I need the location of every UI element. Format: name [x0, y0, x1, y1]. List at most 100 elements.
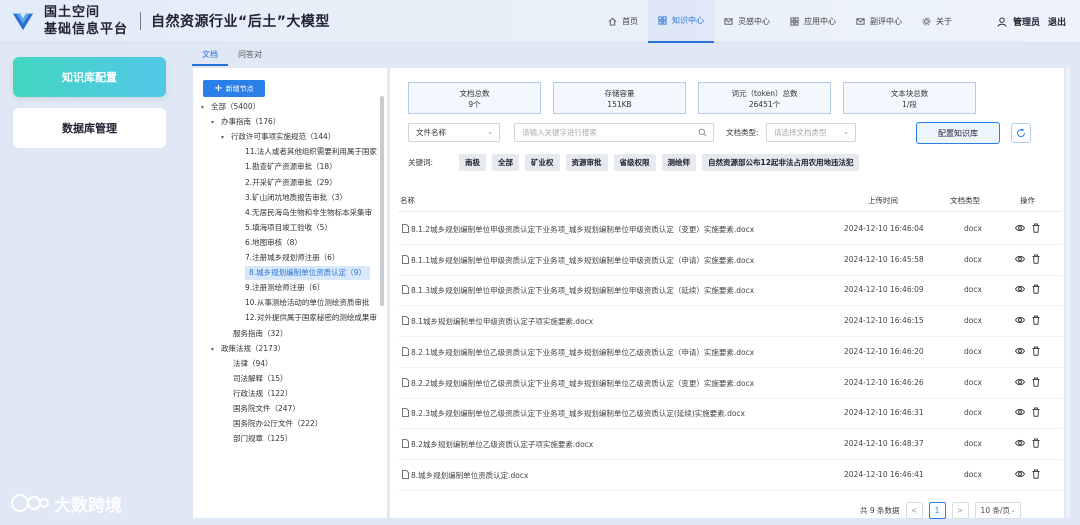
nav-inspiration-center[interactable]: 灵感中心: [714, 0, 780, 43]
table-row[interactable]: 8.城乡规划编制单位资质认定.docx 2024-12-10 16:46:41 do…: [398, 460, 1062, 491]
logout-link[interactable]: 退出: [1048, 15, 1066, 28]
trash-icon[interactable]: [1031, 377, 1041, 387]
keyword-chip[interactable]: 资源审批: [565, 153, 608, 171]
tree-node[interactable]: 1.勘查矿产资源审批（18）: [245, 160, 337, 174]
search-field-select[interactable]: 文件名称 ⌄: [408, 123, 500, 142]
page-1-button[interactable]: 1: [928, 502, 946, 519]
tree-node[interactable]: 行政法规（122）: [233, 387, 292, 401]
row-actions: [1015, 469, 1047, 479]
eye-icon[interactable]: [1015, 315, 1025, 325]
file-name[interactable]: 8.1.1城乡规划编制单位甲级资质认定下业务项_城乡规划编制单位甲级资质认定（申…: [411, 255, 754, 266]
table-row[interactable]: 8.2.1城乡规划编制单位乙级资质认定下业务项_城乡规划编制单位乙级资质认定（申…: [398, 337, 1062, 368]
nav-knowledge-center[interactable]: 知识中心: [648, 0, 714, 43]
file-name[interactable]: 8.1.3城乡规划编制单位甲级资质认定下业务项_城乡规划编制单位甲级资质认定（延…: [411, 285, 754, 296]
tree-node[interactable]: 国务院文件（247）: [233, 402, 300, 416]
tree-node[interactable]: 8.城乡规划编制单位资质认定（9）: [245, 266, 370, 281]
tree-node[interactable]: ▾ 全部（5400）: [201, 100, 260, 114]
doc-type-label: 文档类型:: [726, 128, 759, 137]
table-row[interactable]: 8.1.1城乡规划编制单位甲级资质认定下业务项_城乡规划编制单位甲级资质认定（申…: [398, 245, 1062, 276]
trash-icon[interactable]: [1031, 469, 1041, 479]
page-size-select[interactable]: 10 条/页 ⌄: [974, 502, 1021, 519]
add-node-button[interactable]: + 新增节点: [203, 80, 265, 97]
configure-knowledge-base-button[interactable]: 配置知识库: [916, 122, 1000, 144]
keyword-chip[interactable]: 南极: [459, 153, 487, 171]
table-row[interactable]: 8.1.2城乡规划编制单位甲级资质认定下业务项_城乡规划编制单位甲级资质认定（变…: [398, 214, 1062, 245]
sidebar-item-database-manage[interactable]: 数据库管理: [13, 108, 166, 148]
keyword-chip[interactable]: 全部: [492, 153, 520, 171]
eye-icon[interactable]: [1015, 284, 1025, 294]
trash-icon[interactable]: [1031, 284, 1041, 295]
tree-node[interactable]: 10.从事测绘活动的单位测绘资质审批: [245, 296, 369, 310]
trash-icon[interactable]: [1031, 438, 1041, 448]
next-page-button[interactable]: >: [951, 502, 969, 519]
caret-down-icon[interactable]: ▾: [201, 101, 211, 115]
nav-about[interactable]: 关于: [912, 0, 962, 43]
tree-node[interactable]: 服务指南（32）: [233, 327, 288, 341]
search-placeholder: 请输入关键字进行搜索: [522, 128, 597, 137]
doc-type: docx: [964, 224, 982, 233]
tree-node[interactable]: 6.地图审核（8）: [245, 236, 302, 250]
caret-down-icon[interactable]: ▾: [211, 343, 221, 357]
keyword-chip[interactable]: 自然资源部公布12起非法占用农用地违法犯: [702, 153, 860, 171]
caret-down-icon[interactable]: ▾: [211, 116, 221, 130]
eye-icon[interactable]: [1015, 469, 1025, 479]
file-name[interactable]: 8.1.2城乡规划编制单位甲级资质认定下业务项_城乡规划编制单位甲级资质认定（变…: [411, 224, 754, 235]
nav-home[interactable]: 首页: [598, 0, 648, 43]
prev-page-button[interactable]: <: [905, 502, 923, 519]
keyword-chip[interactable]: 测绘师: [661, 153, 697, 171]
eye-icon[interactable]: [1015, 346, 1025, 356]
eye-icon[interactable]: [1015, 407, 1025, 417]
tree-node[interactable]: ▾ 政策法规（2173）: [211, 342, 285, 356]
trash-icon[interactable]: [1031, 407, 1041, 417]
tab-qa-pairs[interactable]: 问答对: [228, 44, 272, 66]
tab-documents[interactable]: 文档: [192, 44, 228, 66]
file-name[interactable]: 8.2.1城乡规划编制单位乙级资质认定下业务项_城乡规划编制单位乙级资质认定（申…: [411, 347, 754, 358]
tree-node[interactable]: 9.注册测绘师注册（6）: [245, 281, 324, 295]
refresh-button[interactable]: [1011, 123, 1031, 143]
tree-node[interactable]: 4.无居民海岛生物和非生物标本采集审: [245, 206, 372, 220]
tree-node[interactable]: 部门规章（125）: [233, 432, 292, 446]
tree-node[interactable]: 7.注册城乡规划师注册（6）: [245, 251, 339, 265]
main-scrollbar[interactable]: [1066, 68, 1070, 518]
caret-down-icon[interactable]: ▾: [221, 131, 231, 145]
tree-node[interactable]: 12.对外提供属于国家秘密的测绘成果审: [245, 311, 377, 325]
table-row[interactable]: 8.1城乡规划编制单位甲级资质认定子项实施要素.docx 2024-12-10 1…: [398, 306, 1062, 338]
keyword-chip[interactable]: 省级权限: [613, 153, 656, 171]
tree-node[interactable]: 3.矿山闭坑地质报告审批（3）: [245, 191, 347, 205]
tree-node[interactable]: 5.填海项目竣工验收（5）: [245, 221, 332, 235]
trash-icon[interactable]: [1031, 315, 1041, 325]
tree-node[interactable]: 司法解释（15）: [233, 372, 288, 386]
app-logo[interactable]: 国土空间 基础信息平台 自然资源行业“后土”大模型: [12, 0, 330, 43]
table-row[interactable]: 8.2.2城乡规划编制单位乙级资质认定下业务项_城乡规划编制单位乙级资质认定（变…: [398, 368, 1062, 399]
nav-review-center[interactable]: 副评中心: [846, 0, 912, 43]
tree-node[interactable]: ▾ 行政许可事项实施规范（144）: [221, 130, 335, 144]
stat-value: 1/段: [902, 100, 917, 109]
tree-node[interactable]: 2.开采矿产资源审批（29）: [245, 176, 337, 190]
tree-node[interactable]: 法律（94）: [233, 357, 273, 371]
user-name[interactable]: 管理员: [1013, 15, 1040, 28]
tree-node[interactable]: ▾ 办事指南（176）: [211, 115, 280, 129]
trash-icon[interactable]: [1031, 254, 1041, 264]
eye-icon[interactable]: [1015, 438, 1025, 448]
table-row[interactable]: 8.2城乡规划编制单位乙级资质认定子项实施要素.docx 2024-12-10 1…: [398, 429, 1062, 460]
nav-app-center[interactable]: 应用中心: [780, 0, 846, 43]
sidebar-item-knowledge-config[interactable]: 知识库配置: [13, 57, 166, 97]
doc-type-select[interactable]: 请选择文档类型 ⌄: [766, 123, 856, 142]
file-name[interactable]: 8.1城乡规划编制单位甲级资质认定子项实施要素.docx: [411, 316, 593, 327]
table-row[interactable]: 8.1.3城乡规划编制单位甲级资质认定下业务项_城乡规划编制单位甲级资质认定（延…: [398, 275, 1062, 307]
table-row[interactable]: 8.2.3城乡规划编制单位乙级资质认定下业务项_城乡规划编制单位乙级资质认定(延…: [398, 398, 1062, 430]
search-input[interactable]: 请输入关键字进行搜索: [514, 123, 714, 142]
file-name[interactable]: 8.城乡规划编制单位资质认定.docx: [411, 470, 528, 481]
keyword-chip[interactable]: 矿业权: [525, 153, 560, 171]
trash-icon[interactable]: [1031, 346, 1041, 356]
eye-icon[interactable]: [1015, 377, 1025, 387]
eye-icon[interactable]: [1015, 223, 1025, 233]
file-name[interactable]: 8.2.2城乡规划编制单位乙级资质认定下业务项_城乡规划编制单位乙级资质认定（变…: [411, 378, 754, 389]
trash-icon[interactable]: [1031, 223, 1041, 233]
eye-icon[interactable]: [1015, 254, 1025, 264]
file-name[interactable]: 8.2.3城乡规划编制单位乙级资质认定下业务项_城乡规划编制单位乙级资质认定(延…: [411, 408, 745, 419]
tree-node[interactable]: 国务院办公厅文件（222）: [233, 417, 322, 431]
file-name[interactable]: 8.2城乡规划编制单位乙级资质认定子项实施要素.docx: [411, 439, 593, 450]
tree-scrollbar[interactable]: [380, 96, 384, 306]
tree-node[interactable]: 11.法人或者其他组织需要利用属于国家: [245, 145, 377, 159]
